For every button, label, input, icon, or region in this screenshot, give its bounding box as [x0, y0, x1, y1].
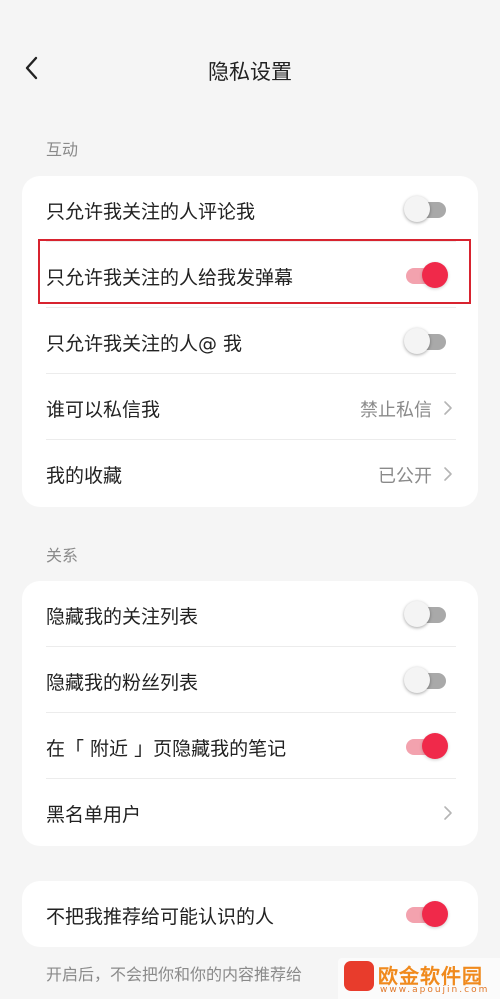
row-hide-following[interactable]: 隐藏我的关注列表 — [22, 581, 478, 647]
toggle-knob — [404, 667, 430, 693]
top-bar: 隐私设置 — [0, 0, 500, 100]
row-label: 隐藏我的关注列表 — [46, 606, 199, 628]
chevron-right-icon — [444, 806, 452, 820]
toggle-knob — [422, 901, 448, 927]
row-label: 不把我推荐给可能认识的人 — [46, 906, 275, 928]
no-recommend-toggle[interactable] — [404, 901, 448, 927]
interaction-card: 只允许我关注的人评论我 只允许我关注的人给我发弹幕 只允许我关注的人@ 我 谁可… — [22, 176, 478, 507]
comment-permission-toggle[interactable] — [404, 196, 448, 222]
mention-permission-toggle[interactable] — [404, 328, 448, 354]
section-label-interaction: 互动 — [46, 140, 79, 159]
row-comment-permission[interactable]: 只允许我关注的人评论我 — [22, 176, 478, 242]
hide-following-toggle[interactable] — [404, 601, 448, 627]
row-label: 只允许我关注的人@ 我 — [46, 333, 243, 355]
row-hide-followers[interactable]: 隐藏我的粉丝列表 — [22, 647, 478, 713]
toggle-knob — [404, 601, 430, 627]
highlight-box — [38, 239, 471, 304]
chevron-right-icon — [444, 467, 452, 481]
toggle-knob — [404, 328, 430, 354]
row-label: 在「 附近 」页隐藏我的笔记 — [46, 738, 287, 760]
row-my-favorites[interactable]: 我的收藏 已公开 — [22, 440, 478, 506]
row-value: 禁止私信 — [360, 400, 432, 421]
toggle-knob — [422, 733, 448, 759]
footnote-text: 开启后，不会把你和你的内容推荐给 — [46, 965, 303, 984]
hide-followers-toggle[interactable] — [404, 667, 448, 693]
row-label: 谁可以私信我 — [46, 399, 161, 421]
row-label: 黑名单用户 — [46, 804, 142, 826]
row-blacklist[interactable]: 黑名单用户 — [22, 779, 478, 845]
toggle-knob — [404, 196, 430, 222]
watermark-logo-icon — [344, 961, 374, 991]
watermark-url: www.apoujin.com — [380, 985, 490, 995]
row-no-recommend[interactable]: 不把我推荐给可能认识的人 — [22, 881, 478, 947]
row-label: 隐藏我的粉丝列表 — [46, 672, 199, 694]
row-label: 我的收藏 — [46, 465, 123, 487]
watermark: 欧金软件园 www.apoujin.com — [338, 958, 500, 999]
page-title: 隐私设置 — [208, 60, 292, 84]
section-label-relationship: 关系 — [46, 546, 79, 565]
row-hide-nearby-notes[interactable]: 在「 附近 」页隐藏我的笔记 — [22, 713, 478, 779]
relationship-card: 隐藏我的关注列表 隐藏我的粉丝列表 在「 附近 」页隐藏我的笔记 黑名单用户 — [22, 581, 478, 846]
chevron-right-icon — [444, 401, 452, 415]
row-value: 已公开 — [378, 466, 432, 487]
row-direct-message[interactable]: 谁可以私信我 禁止私信 — [22, 374, 478, 440]
hide-nearby-notes-toggle[interactable] — [404, 733, 448, 759]
row-label: 只允许我关注的人评论我 — [46, 201, 256, 223]
row-mention-permission[interactable]: 只允许我关注的人@ 我 — [22, 308, 478, 374]
recommendation-card: 不把我推荐给可能认识的人 — [22, 881, 478, 947]
